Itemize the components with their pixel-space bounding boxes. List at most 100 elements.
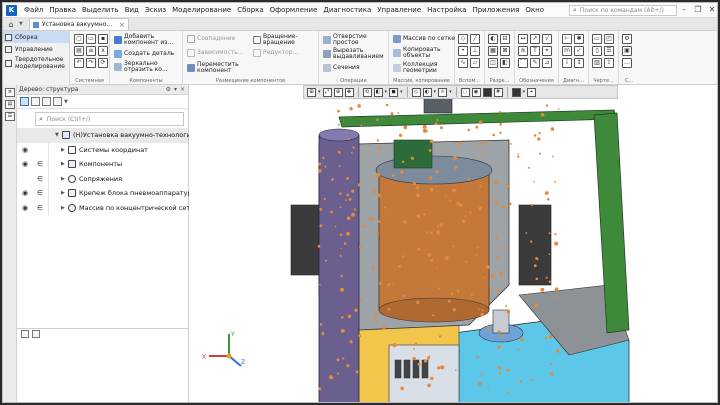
mirror-component-button[interactable]: Зеркально отразить ко... xyxy=(114,61,180,73)
menu-diagnostics[interactable]: Диагностика xyxy=(320,6,374,14)
zoom-fit-icon[interactable]: ⤢ xyxy=(322,87,332,97)
panel-pin-icon[interactable]: ▾ xyxy=(174,86,177,93)
snap-icon[interactable]: ⌖ xyxy=(527,87,537,97)
redo-icon[interactable]: ↷ xyxy=(86,58,96,68)
tree-row-fasteners[interactable]: ◉ ∈ ▶ Крепеж блока пневмоаппаратуры xyxy=(17,186,197,201)
menu-select[interactable]: Выделить xyxy=(79,6,122,14)
dimension-icon[interactable]: ↔ xyxy=(518,34,528,44)
home-icon[interactable]: ⌂ xyxy=(3,18,19,30)
tree-row-root[interactable]: ▼ (Н)Установка вакуумно-технологическ xyxy=(17,128,206,143)
hole-simple-button[interactable]: Отверстие простое xyxy=(323,34,381,46)
info-icon[interactable]: i xyxy=(562,58,572,68)
visibility-eye-icon[interactable]: ◉ xyxy=(22,189,28,197)
settings-icon[interactable]: ⚙ xyxy=(622,34,632,44)
panel-close-icon[interactable]: × xyxy=(180,86,185,93)
isolate-icon[interactable] xyxy=(482,87,492,97)
cut-plane-icon[interactable]: ⊟ xyxy=(500,34,510,44)
sections-button[interactable]: Сечения xyxy=(323,64,360,72)
tolerance-icon[interactable]: ⌖ xyxy=(542,46,552,56)
reducer-button[interactable]: Редуктор... xyxy=(253,49,298,57)
mark-icon[interactable]: ✎ xyxy=(530,58,540,68)
menu-applications[interactable]: Приложения xyxy=(469,6,522,14)
mode-solid-modeling[interactable]: Твердотельное моделирование xyxy=(3,55,69,71)
orient-icon[interactable]: ⊞ xyxy=(307,87,316,97)
save-icon[interactable]: ▪ xyxy=(98,34,108,44)
copy-objects-button[interactable]: Копировать объекты xyxy=(393,47,449,59)
expand-caret-icon[interactable]: ▶ xyxy=(61,147,65,153)
filter-chevron-icon[interactable]: ▾ xyxy=(523,89,526,95)
mode-assembly[interactable]: Сборка xyxy=(3,31,69,43)
pan-icon[interactable]: ✥ xyxy=(344,87,354,97)
fixed-icon[interactable]: ∈ xyxy=(37,204,43,212)
expand-caret-icon[interactable]: ▶ xyxy=(61,176,65,182)
list-view-icon[interactable] xyxy=(32,330,40,338)
add-component-button[interactable]: Добавить компонент из... xyxy=(114,34,180,46)
lighting-icon[interactable]: ☼ xyxy=(438,87,448,97)
command-search-input[interactable]: ⌕ Поиск по командам (Alt+/) xyxy=(569,5,677,16)
grid-view-icon[interactable] xyxy=(21,330,29,338)
axis-icon[interactable]: ╱ xyxy=(470,34,480,44)
tree-panel-icon[interactable]: ≡ xyxy=(5,88,15,97)
shading-icon[interactable]: ◐ xyxy=(422,87,432,97)
view-icon[interactable]: ◰ xyxy=(604,34,614,44)
minimize-icon[interactable]: – xyxy=(679,4,689,15)
panel-settings-icon[interactable]: ⚙ xyxy=(166,86,171,93)
filter-icon[interactable] xyxy=(42,97,51,106)
leader-icon[interactable]: ↗ xyxy=(530,34,540,44)
mass-icon[interactable]: m xyxy=(562,46,572,56)
mode-management[interactable]: Управление xyxy=(3,43,69,55)
close-tab-icon[interactable]: × xyxy=(119,21,125,29)
rotate-rotate-button[interactable]: Вращение-вращение xyxy=(253,34,307,46)
visibility-eye-icon[interactable]: ◉ xyxy=(22,204,28,212)
expand-caret-icon[interactable]: ▶ xyxy=(61,205,65,211)
fixed-icon[interactable]: ∈ xyxy=(37,175,43,183)
expand-caret-icon[interactable]: ▶ xyxy=(61,190,65,196)
collapse-caret-icon[interactable]: ▼ xyxy=(55,132,59,138)
shading-chevron-icon[interactable]: ▾ xyxy=(434,89,437,95)
orient-chevron-icon[interactable]: ▾ xyxy=(318,89,321,95)
sheet-icon[interactable]: ▯ xyxy=(592,46,602,56)
text-icon[interactable]: T xyxy=(530,46,540,56)
grid-toggle-icon[interactable]: # xyxy=(493,87,503,97)
menu-file[interactable]: Файл xyxy=(21,6,46,14)
distance-icon[interactable]: ↕ xyxy=(574,58,584,68)
menu-management[interactable]: Управление xyxy=(374,6,424,14)
tree-options-icon[interactable] xyxy=(53,97,62,106)
fixed-icon[interactable]: ∈ xyxy=(37,189,43,197)
undo-icon[interactable]: ↶ xyxy=(74,58,84,68)
show-icon[interactable]: ◉ xyxy=(471,87,481,97)
tree-options-chevron-icon[interactable]: ▼ xyxy=(64,99,68,105)
variables-icon[interactable]: x xyxy=(98,46,108,56)
surface-icon[interactable]: ▱ xyxy=(470,58,480,68)
drawing-icon[interactable]: ▭ xyxy=(592,34,602,44)
library-icon[interactable]: ▣ xyxy=(622,46,632,56)
thread-icon[interactable]: ≋ xyxy=(518,46,528,56)
parameters-panel-icon[interactable]: ☰ xyxy=(5,112,15,121)
clip-icon[interactable]: ◫ xyxy=(488,58,498,68)
perspective-icon[interactable]: ◇ xyxy=(411,87,421,97)
tree-row-coordinate-systems[interactable]: ◉ ▶ Системы координат xyxy=(17,143,188,158)
assembly-model-render[interactable] xyxy=(189,85,718,403)
section-view-icon[interactable]: ◧ xyxy=(373,87,383,97)
menu-modeling[interactable]: Моделирование xyxy=(169,6,234,14)
display-chevron-icon[interactable]: ▾ xyxy=(400,89,403,95)
menu-settings[interactable]: Настройка xyxy=(424,6,469,14)
visibility-eye-icon[interactable]: ◉ xyxy=(22,146,28,154)
weld-icon[interactable]: ⌒ xyxy=(518,58,528,68)
menu-sketch[interactable]: Эскиз xyxy=(142,6,169,14)
move-component-button[interactable]: Переместить компонент xyxy=(187,62,247,74)
base-icon[interactable]: ⊿ xyxy=(542,58,552,68)
collision-icon[interactable]: ✱ xyxy=(574,34,584,44)
split-icon[interactable]: ⊠ xyxy=(500,46,510,56)
section-icon[interactable]: ◐ xyxy=(488,34,498,44)
new-file-icon[interactable]: ▢ xyxy=(74,34,84,44)
measure-icon[interactable]: ⊢ xyxy=(562,34,572,44)
section-chevron-icon[interactable]: ▾ xyxy=(385,89,388,95)
chevron-down-icon[interactable]: ▼ xyxy=(19,21,23,27)
zoom-icon[interactable]: ⊕ xyxy=(333,87,343,97)
print-icon[interactable]: ▤ xyxy=(74,46,84,56)
structure-view-icon[interactable] xyxy=(20,97,29,106)
restore-icon[interactable]: ❐ xyxy=(693,4,703,15)
properties-icon[interactable]: ≡ xyxy=(86,46,96,56)
menu-formatting[interactable]: Оформление xyxy=(267,6,321,14)
